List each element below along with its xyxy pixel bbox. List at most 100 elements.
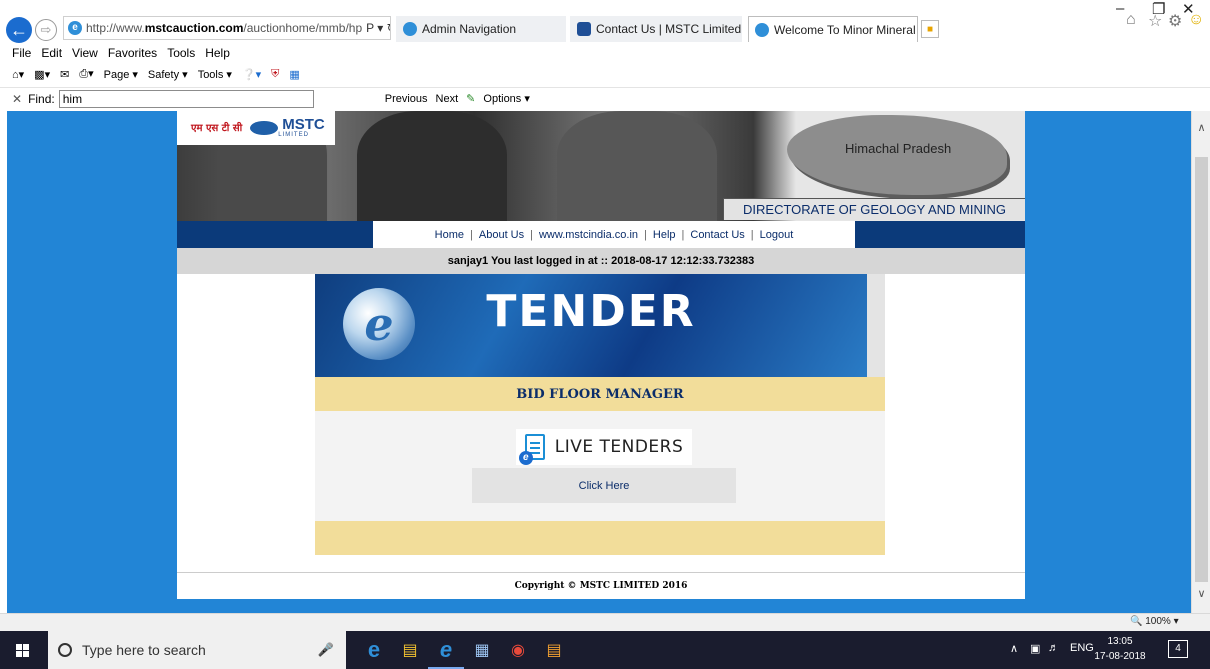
live-tenders-badge: e LIVE TENDERS <box>516 429 692 465</box>
folder-icon[interactable]: ▤ <box>542 638 566 662</box>
new-tab-icon: ■ <box>926 23 934 35</box>
help-icon[interactable]: ❔▾ <box>242 68 261 81</box>
microphone-icon[interactable]: 🎤 <box>318 642 334 658</box>
find-bar: ✕ Find: him Previous Next ✎ Options ▾ <box>0 87 1210 109</box>
bid-floor-header: BID FLOOR MANAGER <box>315 377 885 411</box>
scroll-up-icon[interactable]: ∧ <box>1192 121 1210 139</box>
close-find-icon[interactable]: ✕ <box>12 92 22 106</box>
find-next-button[interactable]: Next <box>436 93 459 105</box>
minimize-icon[interactable]: – <box>1116 0 1124 17</box>
nav-logout[interactable]: Logout <box>754 229 800 241</box>
search-placeholder: Type here to search <box>82 642 206 658</box>
menu-edit[interactable]: Edit <box>41 46 62 60</box>
favorites-star-icon[interactable]: ☆ <box>1148 11 1162 31</box>
logo-text-group: MSTC LIMITED <box>278 117 325 138</box>
mstc-tab-icon <box>577 22 591 36</box>
tray-chevron-icon[interactable]: ∧ <box>1010 642 1018 655</box>
file-explorer-icon[interactable]: ▤ <box>398 638 422 662</box>
clock[interactable]: 13:05 17-08-2018 <box>1090 634 1150 664</box>
zoom-level[interactable]: 🔍 100% ▾ <box>1130 616 1179 627</box>
chrome-icon[interactable]: ◉ <box>506 638 530 662</box>
menu-view[interactable]: View <box>72 46 98 60</box>
arrow-left-icon: ← <box>10 19 28 40</box>
print-icon[interactable]: ⎙▾ <box>79 67 93 81</box>
click-here-button[interactable]: Click Here <box>472 468 736 503</box>
settings-gear-icon[interactable]: ⚙ <box>1168 11 1182 31</box>
notifications-icon[interactable]: 4 <box>1168 640 1188 658</box>
nav-contact-us[interactable]: Contact Us <box>684 229 750 241</box>
find-label: Find: <box>28 91 55 106</box>
menu-favorites[interactable]: Favorites <box>108 46 157 60</box>
menu-help[interactable]: Help <box>205 46 230 60</box>
home-icon[interactable]: ⌂ <box>1126 11 1136 29</box>
mstc-logo: एम एस टी सी MSTC LIMITED <box>177 111 335 145</box>
main-nav: Home | About Us | www.mstcindia.co.in | Hel… <box>177 221 1025 248</box>
nav-links: Home | About Us | www.mstcindia.co.in | Hel… <box>373 221 855 248</box>
department-title: DIRECTORATE OF GEOLOGY AND MINING <box>723 198 1025 220</box>
site-container: एम एस टी सी MSTC LIMITED Himachal Prades… <box>177 111 1025 599</box>
mail-icon[interactable]: ✉ <box>60 68 69 81</box>
clock-time: 13:05 <box>1107 636 1133 647</box>
nav-about-us[interactable]: About Us <box>473 229 530 241</box>
zoom-value: 100% <box>1145 616 1171 627</box>
nav-help[interactable]: Help <box>647 229 682 241</box>
menu-tools[interactable]: Tools <box>167 46 195 60</box>
miners-image <box>357 111 507 221</box>
research-icon[interactable]: ▦ <box>289 68 299 81</box>
vertical-scrollbar[interactable]: ∧ ∨ <box>1191 111 1210 613</box>
tab-contact-us[interactable]: Contact Us | MSTC Limited <box>570 16 742 42</box>
internet-explorer-icon[interactable]: e <box>428 637 464 669</box>
volume-muted-icon[interactable]: ♬ <box>1048 642 1059 654</box>
address-bar[interactable]: e http://www. mstcauction.com/auctionhome… <box>63 16 391 40</box>
network-icon[interactable]: ▣ <box>1030 642 1040 655</box>
login-info: sanjay1 You last logged in at :: 2018-08… <box>177 248 1025 274</box>
edge-icon[interactable]: e <box>362 637 386 662</box>
find-input[interactable]: him <box>58 89 314 108</box>
windows-taskbar: Type here to search 🎤 e ▤ e ▦ ◉ ▤ ∧ ▣ ♬ … <box>0 631 1210 669</box>
taskbar-search[interactable]: Type here to search 🎤 <box>48 631 346 669</box>
nav-home[interactable]: Home <box>429 229 470 241</box>
tab-minor-mineral[interactable]: Welcome To Minor Mineral ... ✕ <box>748 16 918 42</box>
bottom-bar <box>315 521 885 555</box>
page-menu[interactable]: Page ▾ <box>104 68 138 81</box>
url-path: /auctionhome/mmb/hp <box>243 21 363 35</box>
address-tools[interactable]: Ρ ▾ ↻ <box>362 21 390 35</box>
nav-mstcindia[interactable]: www.mstcindia.co.in <box>533 229 644 241</box>
menu-bar: File Edit View Favorites Tools Help <box>0 44 1210 62</box>
forward-button[interactable]: ⇨ <box>35 19 57 41</box>
page-viewport: एम एस टी सी MSTC LIMITED Himachal Prades… <box>7 111 1191 613</box>
logo-sub: LIMITED <box>278 132 309 138</box>
search-icon <box>58 643 72 657</box>
shield-icon[interactable]: ⛨ <box>271 68 279 81</box>
mstc-logo-icon <box>250 121 279 135</box>
ie-page-icon: e <box>68 21 82 35</box>
tab-admin-navigation[interactable]: Admin Navigation <box>396 16 566 42</box>
highlight-icon[interactable]: ✎ <box>466 92 475 105</box>
new-tab-button[interactable]: ■ <box>921 20 939 38</box>
back-button[interactable]: ← <box>6 17 32 43</box>
logo-hindi-text: एम एस टी सी <box>191 122 243 134</box>
feeds-icon[interactable]: ▩▾ <box>34 68 50 81</box>
scroll-down-icon[interactable]: ∨ <box>1192 587 1210 605</box>
url-prefix: http://www. <box>86 21 145 35</box>
scroll-thumb[interactable] <box>1195 157 1208 582</box>
copyright-footer: Copyright © MSTC LIMITED 2016 <box>177 572 1025 599</box>
tender-side-panel <box>867 274 885 377</box>
tools-menu[interactable]: Tools ▾ <box>198 68 232 81</box>
safety-menu[interactable]: Safety ▾ <box>148 68 188 81</box>
find-previous-button[interactable]: Previous <box>385 93 428 105</box>
clock-date: 17-08-2018 <box>1094 651 1146 662</box>
ie-tab-icon <box>755 22 769 37</box>
home-cmd-icon[interactable]: ⌂▾ <box>12 68 24 81</box>
find-options-button[interactable]: Options ▾ <box>483 92 530 105</box>
tender-title: TENDER <box>486 286 696 337</box>
windows-start-icon[interactable] <box>16 644 29 657</box>
menu-file[interactable]: File <box>12 46 31 60</box>
status-bar: 🔍 100% ▾ <box>0 613 1210 631</box>
command-bar: ⌂▾ ▩▾ ✉ ⎙▾ Page ▾ Safety ▾ Tools ▾ ❔▾ ⛨ … <box>0 63 1210 85</box>
feedback-smiley-icon[interactable]: ☺ <box>1188 11 1204 29</box>
document-icon: e <box>518 434 545 465</box>
tunnel-image <box>557 111 717 221</box>
ie-tab-icon <box>403 22 417 36</box>
app-window-icon[interactable]: ▦ <box>470 638 494 662</box>
